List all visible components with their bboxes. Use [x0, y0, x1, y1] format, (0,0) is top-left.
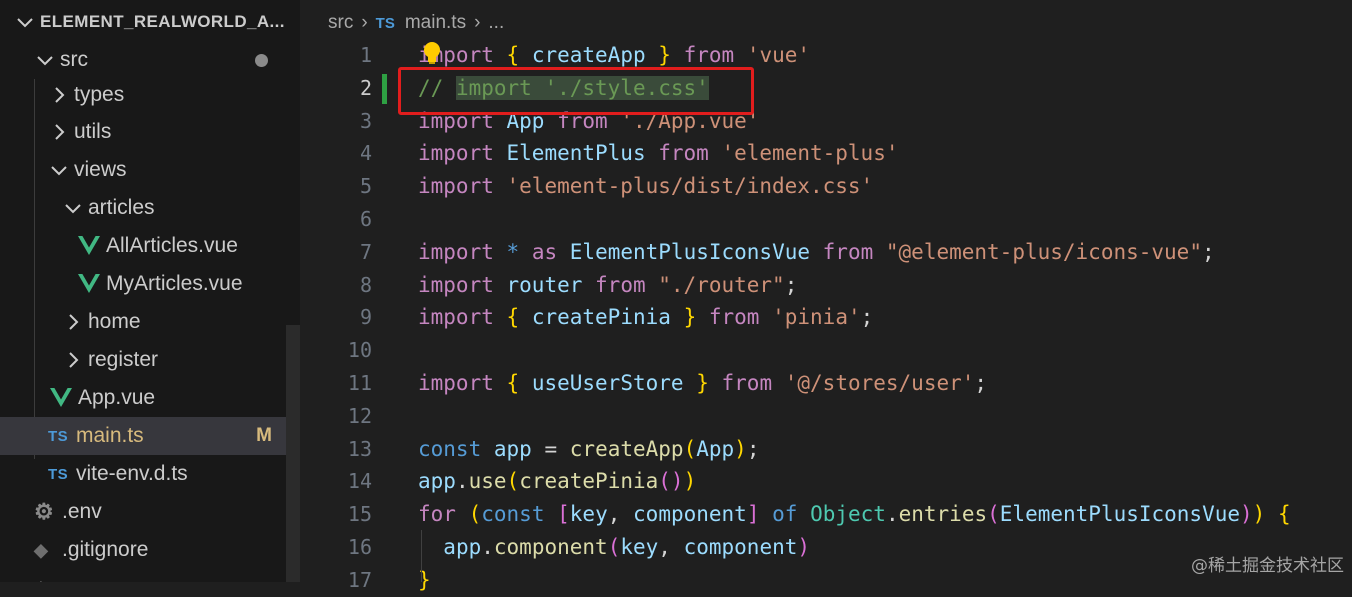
tree-item-views[interactable]: views: [0, 151, 300, 189]
unsaved-dot-badge: [255, 53, 268, 67]
vue-icon: [78, 274, 102, 294]
tree-item-src[interactable]: src: [0, 41, 300, 79]
chevron-right-icon: ›: [474, 12, 481, 33]
tree-item-main-ts[interactable]: TS main.ts M: [0, 417, 300, 455]
tree-item-label: App.vue: [78, 386, 156, 409]
line-number: 2: [359, 75, 372, 100]
line-number: 10: [347, 338, 372, 363]
tree-item-myarticles-vue[interactable]: MyArticles.vue: [0, 265, 300, 303]
code-line: import * as ElementPlusIconsVue from "@e…: [418, 239, 1215, 264]
code-line: import 'element-plus/dist/index.css': [418, 174, 874, 199]
line-number: 14: [347, 469, 372, 494]
typescript-icon: TS: [375, 14, 395, 32]
tree-item-app-vue[interactable]: App.vue: [0, 379, 300, 417]
code-content[interactable]: import { createApp } from 'vue' // impor…: [418, 39, 1348, 597]
lightbulb-icon[interactable]: [421, 40, 443, 68]
explorer-root-label: ELEMENT_REALWORLD_A...: [40, 12, 285, 31]
tree-item-label: MyArticles.vue: [106, 272, 243, 295]
tree-item-label: AllArticles.vue: [106, 234, 238, 257]
tree-item-label: register: [88, 348, 159, 371]
watermark: @稀土掘金技术社区: [1191, 556, 1344, 576]
breadcrumb-file[interactable]: main.ts: [405, 12, 466, 34]
chevron-right-icon: ›: [361, 12, 368, 33]
code-line: import ElementPlus from 'element-plus': [418, 141, 899, 166]
tree-item-partial[interactable]: ◆: [0, 568, 300, 583]
line-number: 13: [347, 436, 372, 461]
modified-line-indicator: [382, 74, 387, 104]
tree-item-register[interactable]: register: [0, 341, 300, 379]
tree-item-label: views: [74, 158, 127, 181]
code-line: import { createPinia } from 'pinia';: [418, 305, 874, 330]
typescript-icon: TS: [48, 465, 69, 483]
line-number: 17: [347, 567, 372, 592]
chevron-down-icon: [48, 159, 70, 181]
tree-item-home[interactable]: home: [0, 303, 300, 341]
line-number: 12: [347, 403, 372, 428]
line-number: 11: [347, 370, 372, 395]
gear-icon: ⚙: [34, 499, 54, 524]
line-number: 3: [359, 108, 372, 133]
chevron-down-icon: [14, 11, 36, 33]
chevron-right-icon: [62, 311, 84, 333]
line-number: 8: [359, 272, 372, 297]
tree-item-label: types: [74, 83, 125, 106]
tree-item-articles[interactable]: articles: [0, 189, 300, 227]
chevron-down-icon: [62, 197, 84, 219]
chevron-right-icon: [48, 84, 70, 106]
tree-item-label: .gitignore: [62, 538, 149, 561]
chevron-right-icon: [62, 349, 84, 371]
chevron-right-icon: [48, 121, 70, 143]
breadcrumb: src › TS main.ts › ...: [328, 8, 504, 38]
tree-item-label: articles: [88, 196, 155, 219]
line-number: 6: [359, 206, 372, 231]
scrollbar-thumb[interactable]: [286, 325, 300, 582]
tree-item-label: utils: [74, 120, 112, 143]
line-number-gutter: 1 2 3 4 5 6 7 8 9 10 11 12 13 14 15 16 17: [300, 39, 388, 597]
code-line: import { useUserStore } from '@/stores/u…: [418, 370, 988, 395]
code-line: import router from "./router";: [418, 272, 798, 297]
modified-badge: M: [256, 425, 272, 446]
git-icon: ◆: [34, 539, 48, 560]
line-number: 9: [359, 305, 372, 330]
line-number: 5: [359, 174, 372, 199]
chevron-down-icon: [34, 49, 56, 71]
tree-item-allarticles-vue[interactable]: AllArticles.vue: [0, 227, 300, 265]
line-number: 16: [347, 534, 372, 559]
vue-icon: [78, 236, 102, 256]
tree-item-env[interactable]: ⚙ .env: [0, 493, 300, 531]
code-line: const app = createApp(App);: [418, 436, 760, 461]
code-line: app.use(createPinia()): [418, 469, 697, 494]
tree-item-gitignore[interactable]: ◆ .gitignore: [0, 531, 300, 569]
tree-item-label: home: [88, 310, 141, 333]
tree-item-label: .env: [62, 500, 102, 523]
tree-item-label: src: [60, 48, 88, 71]
explorer-root-folder[interactable]: ELEMENT_REALWORLD_A...: [0, 3, 300, 41]
tree-item-vite-env[interactable]: TS vite-env.d.ts: [0, 455, 300, 493]
vue-icon: [50, 388, 74, 408]
file-icon: ◆: [34, 577, 58, 583]
tree-item-types[interactable]: types: [0, 76, 300, 114]
tree-item-utils[interactable]: utils: [0, 113, 300, 151]
sidebar-scrollbar[interactable]: [286, 0, 300, 582]
breadcrumb-symbols[interactable]: ...: [488, 12, 504, 34]
typescript-icon: TS: [48, 427, 69, 445]
tree-item-label: main.ts: [76, 424, 144, 447]
code-line: for (const [key, component] of Object.en…: [418, 502, 1291, 527]
line-number: 4: [359, 141, 372, 166]
line-number: 1: [359, 43, 372, 67]
indent-guide: [421, 530, 422, 582]
line-number: 7: [359, 239, 372, 264]
line-number: 15: [347, 502, 372, 527]
tree-item-label: vite-env.d.ts: [76, 462, 188, 485]
annotation-highlight-box: [398, 67, 754, 115]
explorer-sidebar: ELEMENT_REALWORLD_A... src types utils v…: [0, 0, 300, 582]
breadcrumb-folder[interactable]: src: [328, 12, 353, 34]
